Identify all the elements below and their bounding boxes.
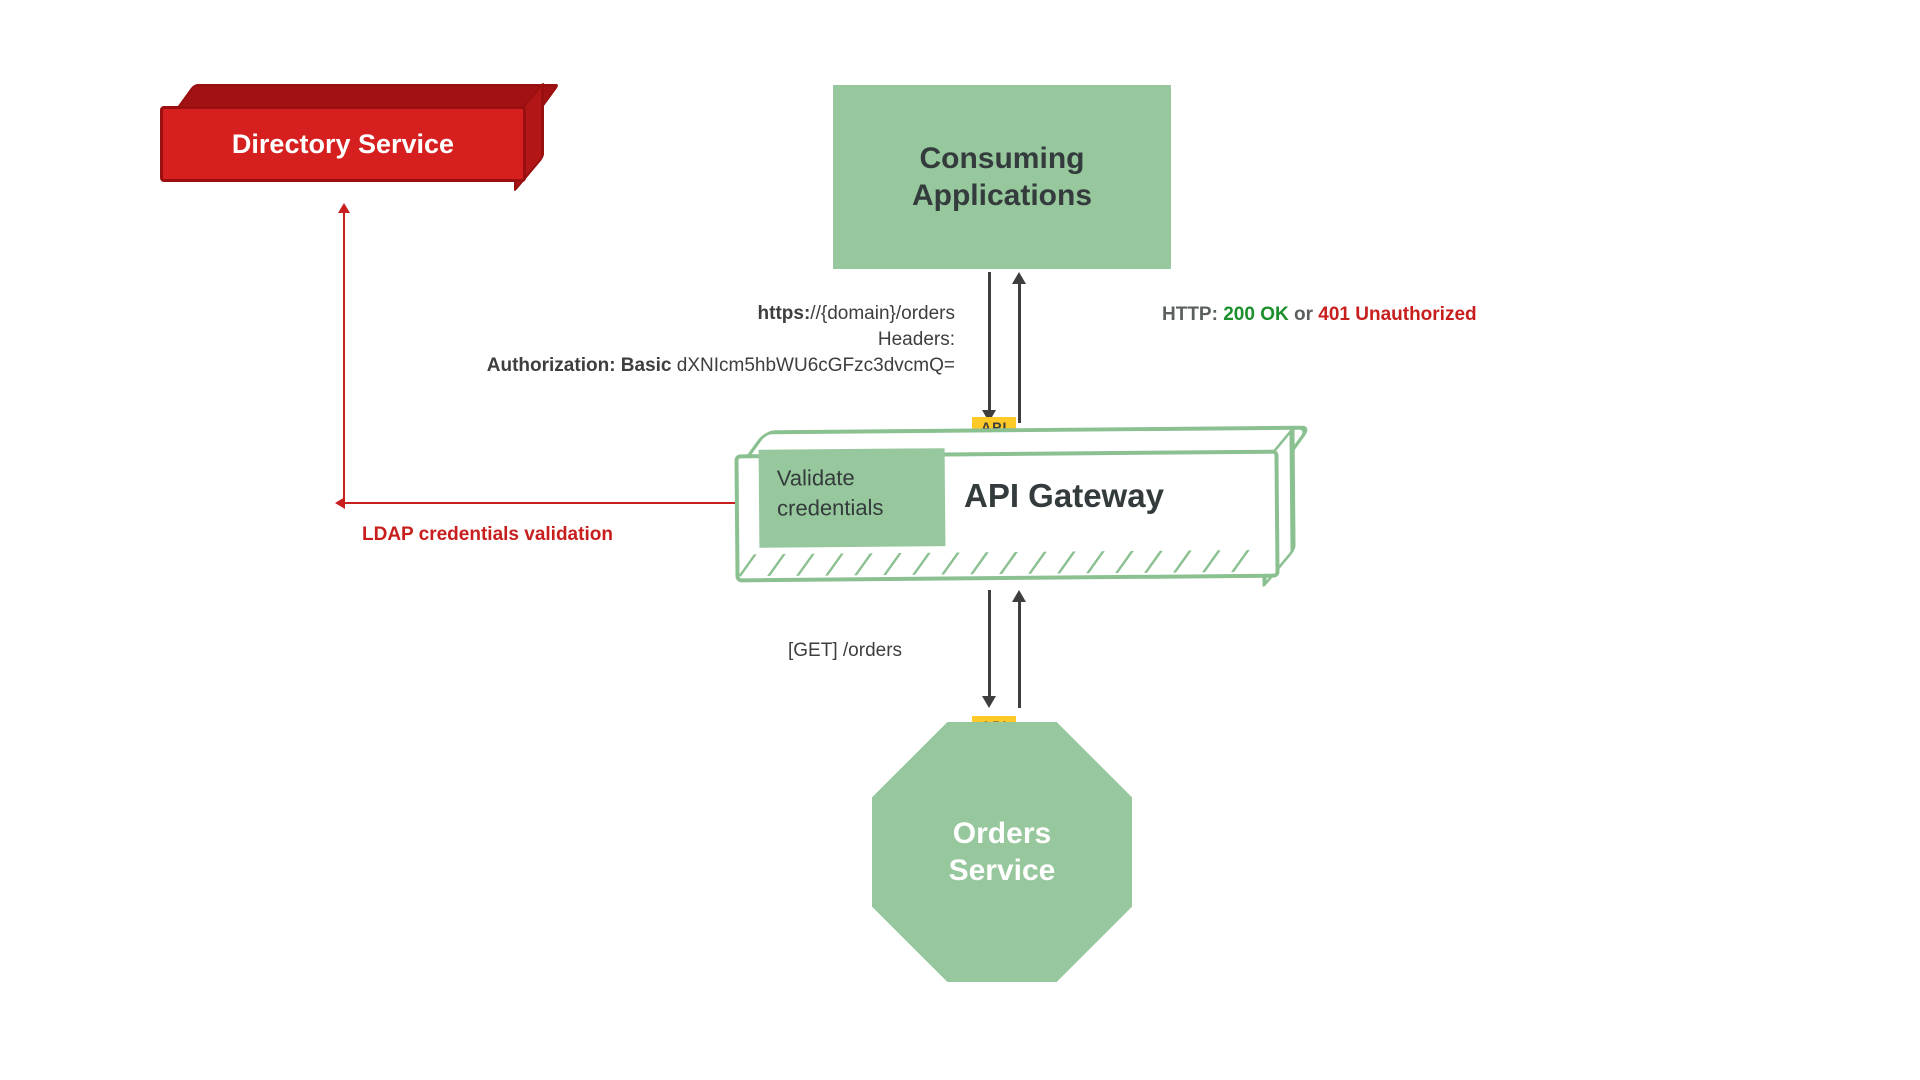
https-prefix: https: [758, 303, 811, 324]
headers-label: Headers: [455, 329, 955, 351]
response-text-block: HTTP: 200 OK or 401 Unauthorized [1162, 304, 1477, 326]
ldap-arrow-h [344, 502, 735, 504]
http-prefix: HTTP: [1162, 304, 1223, 325]
orders-l1: Orders [953, 817, 1051, 850]
http-unauth: 401 Unauthorized [1318, 304, 1476, 325]
ldap-arrow-up-head-icon [338, 203, 350, 213]
arrow-up-to-consumer-line [1018, 283, 1021, 423]
api-gateway-label: API Gateway [964, 477, 1164, 515]
consuming-applications-node: Consuming Applications [833, 85, 1171, 269]
directory-service-label: Directory Service [232, 129, 454, 160]
ldap-arrow-v [343, 212, 345, 502]
auth-prefix: Authorization: Basic [487, 355, 677, 376]
https-rest: //{domain}/orders [810, 303, 955, 324]
arrow-up-from-orders-head-icon [1012, 590, 1026, 602]
validate-l2: credentials [777, 494, 884, 520]
consuming-apps-l2: Applications [912, 179, 1092, 212]
ldap-label: LDAP credentials validation [362, 524, 613, 546]
http-or: or [1289, 304, 1319, 325]
arrow-down-to-orders-line [988, 590, 991, 698]
arrow-down-to-orders-head-icon [982, 696, 996, 708]
arrow-up-from-orders-line [1018, 600, 1021, 708]
validate-credentials-box: Validate credentials [759, 448, 946, 548]
directory-service-node: Directory Service [160, 106, 526, 182]
gateway-hatch-icon [739, 550, 1275, 577]
orders-l2: Service [949, 854, 1056, 887]
orders-service-node: Orders Service [872, 722, 1132, 982]
validate-l1: Validate [777, 465, 855, 491]
get-orders-label: [GET] /orders [788, 640, 902, 662]
arrow-down-to-gateway-line [988, 272, 991, 412]
arrow-up-to-consumer-head-icon [1012, 272, 1026, 284]
consuming-apps-l1: Consuming [919, 142, 1084, 175]
http-ok: 200 OK [1223, 304, 1288, 325]
auth-value: dXNIcm5hbWU6cGFzc3dvcmQ= [677, 355, 955, 376]
request-text-block: https://{domain}/orders Headers: Authori… [455, 303, 955, 377]
